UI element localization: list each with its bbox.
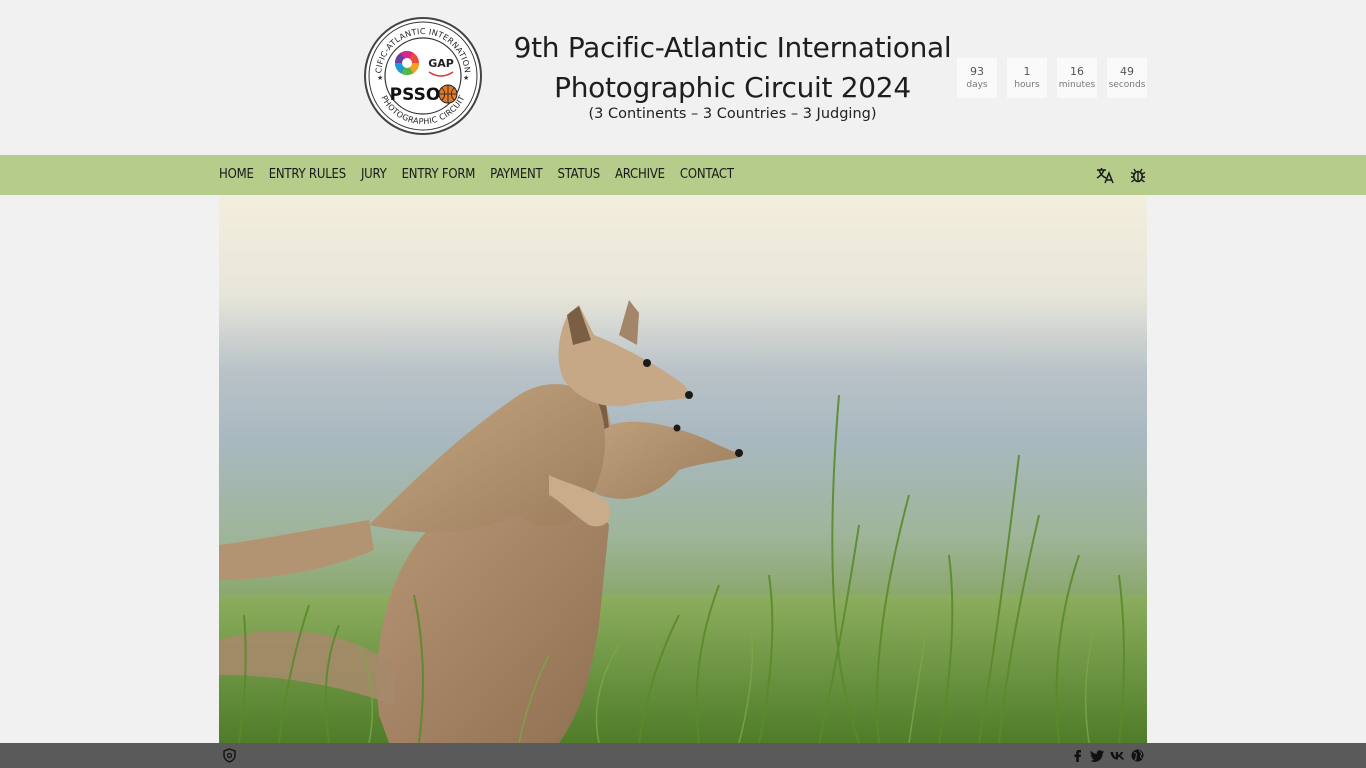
logo-gap-text: GAP bbox=[428, 57, 454, 70]
countdown-hours: 1 hours bbox=[1007, 58, 1047, 98]
twitter-icon[interactable] bbox=[1090, 748, 1105, 763]
countdown-minutes-value: 16 bbox=[1070, 65, 1084, 78]
site-footer bbox=[0, 743, 1366, 768]
site-title-line2: Photographic Circuit 2024 bbox=[554, 71, 911, 104]
hero-photo bbox=[219, 195, 1147, 743]
nav-menu: HOME ENTRY RULES JURY ENTRY FORM PAYMENT… bbox=[219, 155, 749, 195]
site-header: PACIFIC-ATLANTIC INTERNATIONAL PHOTOGRAP… bbox=[0, 0, 1366, 155]
countdown-minutes: 16 minutes bbox=[1057, 58, 1097, 98]
nav-item-home[interactable]: HOME bbox=[219, 155, 254, 195]
circuit-logo[interactable]: PACIFIC-ATLANTIC INTERNATIONAL PHOTOGRAP… bbox=[363, 16, 483, 136]
svg-text:★: ★ bbox=[463, 74, 469, 82]
vk-icon[interactable] bbox=[1110, 748, 1125, 763]
countdown-seconds-label: seconds bbox=[1108, 80, 1146, 90]
nav-item-jury[interactable]: JURY bbox=[361, 155, 387, 195]
facebook-icon[interactable] bbox=[1070, 748, 1085, 763]
svg-text:★: ★ bbox=[377, 74, 383, 82]
site-title-line1: 9th Pacific-Atlantic International bbox=[513, 31, 952, 64]
fox-kits-in-grass-photo bbox=[219, 195, 1147, 743]
nav-item-contact[interactable]: CONTACT bbox=[680, 155, 734, 195]
nav-item-entry-rules[interactable]: ENTRY RULES bbox=[269, 155, 346, 195]
countdown-minutes-label: minutes bbox=[1058, 80, 1096, 90]
main-navbar: HOME ENTRY RULES JURY ENTRY FORM PAYMENT… bbox=[0, 155, 1366, 195]
bug-icon[interactable] bbox=[1128, 165, 1148, 185]
website-icon[interactable] bbox=[1130, 748, 1145, 763]
nav-item-entry-form[interactable]: ENTRY FORM bbox=[402, 155, 476, 195]
countdown-hours-value: 1 bbox=[1023, 65, 1031, 78]
nav-item-archive[interactable]: ARCHIVE bbox=[615, 155, 665, 195]
translate-icon[interactable] bbox=[1095, 165, 1115, 185]
site-title-block: 9th Pacific-Atlantic International Photo… bbox=[505, 28, 960, 124]
countdown-days: 93 days bbox=[957, 58, 997, 98]
nav-item-payment[interactable]: PAYMENT bbox=[490, 155, 543, 195]
countdown-days-value: 93 bbox=[970, 65, 984, 78]
privacy-shield-icon[interactable] bbox=[222, 748, 237, 763]
nav-item-status[interactable]: STATUS bbox=[558, 155, 601, 195]
countdown-hours-label: hours bbox=[1014, 80, 1040, 90]
countdown-seconds-value: 49 bbox=[1120, 65, 1134, 78]
countdown-seconds: 49 seconds bbox=[1107, 58, 1147, 98]
logo-psso-text: PSSO bbox=[390, 85, 441, 105]
countdown-days-label: days bbox=[966, 80, 988, 90]
